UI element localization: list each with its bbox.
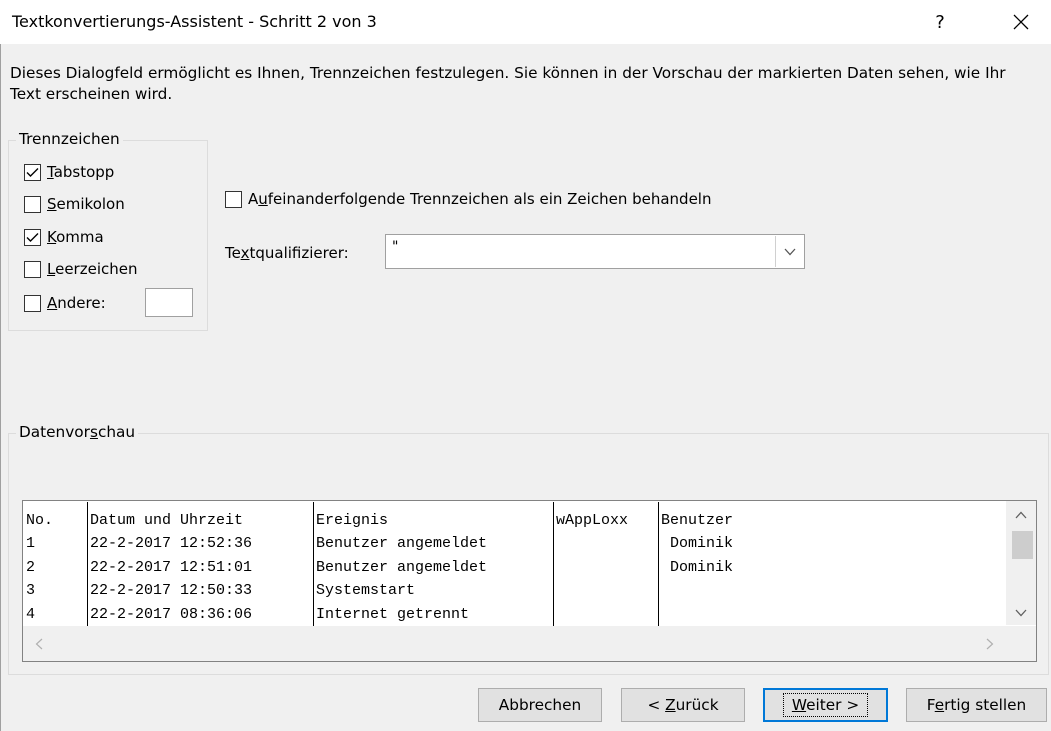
preview-cell: Dominik [661, 535, 734, 553]
preview-cell: 22-2-2017 12:50:33 [90, 582, 253, 600]
chevron-right-icon[interactable] [986, 638, 994, 650]
preview-cell: Ereignis [316, 512, 389, 529]
dropdown-arrow[interactable] [775, 236, 803, 267]
space-label: Leerzeichen [47, 260, 138, 278]
data-preview[interactable]: No. 1 2 3 4 Datum und Uhrzeit 22-2-2017 … [22, 500, 1037, 662]
finish-button-label: Fertig stellen [926, 696, 1027, 714]
preview-cell: Dominik [661, 558, 734, 576]
horizontal-scrollbar[interactable] [23, 626, 1036, 661]
window-title: Textkonvertierungs-Assistent - Schritt 2… [12, 12, 377, 31]
text-qualifier-label: Textqualifizierer: [225, 244, 349, 262]
back-button-label: < Zurück [647, 696, 719, 714]
consecutive-checkbox-row[interactable]: Aufeinanderfolgende Trennzeichen als ein… [225, 187, 711, 211]
preview-column: No. 1 2 3 4 [24, 502, 87, 626]
comma-checkbox[interactable] [24, 228, 41, 246]
preview-column: Benutzer Dominik Dominik [658, 502, 1006, 626]
tab-label: Tabstopp [47, 163, 115, 181]
check-icon [26, 232, 39, 242]
preview-cell: No. [26, 512, 54, 529]
preview-cell [659, 603, 1006, 626]
preview-cell [659, 579, 1006, 602]
preview-cell: Systemstart [316, 582, 416, 600]
preview-cell: 22-2-2017 08:36:06 [90, 605, 253, 623]
text-qualifier-value: " [392, 239, 399, 255]
comma-checkbox-row[interactable]: Komma [24, 225, 104, 249]
next-button-label: Weiter > [782, 693, 869, 717]
close-icon [1013, 14, 1029, 30]
preview-group-label: Datenvorschau [16, 423, 139, 441]
comma-label: Komma [47, 228, 104, 246]
chevron-up-icon[interactable] [1015, 511, 1027, 519]
semicolon-checkbox-row[interactable]: Semikolon [24, 192, 125, 216]
chevron-down-icon[interactable] [1015, 609, 1027, 617]
preview-cell: 22-2-2017 12:51:01 [90, 558, 253, 576]
window-border [0, 44, 1, 731]
back-button[interactable]: < Zurück [621, 688, 745, 722]
help-button[interactable]: ? [915, 0, 965, 44]
chevron-down-icon [784, 248, 795, 255]
delimiters-group-label: Trennzeichen [16, 130, 123, 148]
preview-cell [554, 579, 658, 602]
vertical-scroll-thumb[interactable] [1012, 531, 1033, 559]
other-checkbox-row[interactable]: Andere: [24, 291, 106, 315]
dialog-description: Dieses Dialogfeld ermöglicht es Ihnen, T… [10, 64, 1006, 103]
semicolon-checkbox[interactable] [24, 195, 41, 213]
preview-cell [554, 556, 658, 579]
help-icon: ? [935, 11, 945, 33]
preview-cell: 1 [26, 535, 36, 553]
title-bar: Textkonvertierungs-Assistent - Schritt 2… [0, 0, 1051, 44]
preview-cell: 22-2-2017 12:52:36 [90, 535, 253, 553]
text-qualifier-select[interactable]: " [385, 234, 805, 269]
other-delimiter-input[interactable] [145, 288, 193, 317]
preview-column: wAppLoxx [553, 502, 658, 626]
preview-cell: 4 [26, 605, 36, 623]
preview-cell [554, 532, 658, 555]
consecutive-label: Aufeinanderfolgende Trennzeichen als ein… [248, 190, 712, 208]
tab-checkbox[interactable] [24, 163, 41, 181]
vertical-scrollbar[interactable] [1006, 501, 1036, 625]
preview-cell: 2 [26, 558, 36, 576]
chevron-left-icon[interactable] [35, 638, 43, 650]
preview-cell: Datum und Uhrzeit [90, 512, 244, 529]
semicolon-label: Semikolon [47, 195, 125, 213]
preview-column: Ereignis Benutzer angemeldet Benutzer an… [313, 502, 553, 626]
other-checkbox[interactable] [24, 294, 41, 312]
check-icon [26, 167, 39, 177]
tab-checkbox-row[interactable]: Tabstopp [24, 160, 114, 184]
preview-cell: Internet getrennt [316, 605, 470, 623]
next-button[interactable]: Weiter > [763, 688, 888, 722]
finish-button[interactable]: Fertig stellen [906, 688, 1047, 722]
space-checkbox-row[interactable]: Leerzeichen [24, 257, 137, 281]
cancel-button[interactable]: Abbrechen [478, 688, 602, 722]
preview-grid: No. 1 2 3 4 Datum und Uhrzeit 22-2-2017 … [24, 502, 1006, 626]
preview-column: Datum und Uhrzeit 22-2-2017 12:52:36 22-… [87, 502, 313, 626]
preview-cell: Benutzer angemeldet [316, 535, 488, 553]
preview-cell: wAppLoxx [556, 512, 629, 529]
preview-cell: Benutzer angemeldet [316, 558, 488, 576]
space-checkbox[interactable] [24, 260, 41, 278]
preview-cell [554, 603, 658, 626]
preview-cell: Benutzer [661, 512, 734, 529]
consecutive-checkbox[interactable] [225, 190, 242, 208]
other-label: Andere: [47, 294, 106, 312]
preview-cell: 3 [26, 582, 36, 600]
close-button[interactable] [996, 0, 1046, 44]
